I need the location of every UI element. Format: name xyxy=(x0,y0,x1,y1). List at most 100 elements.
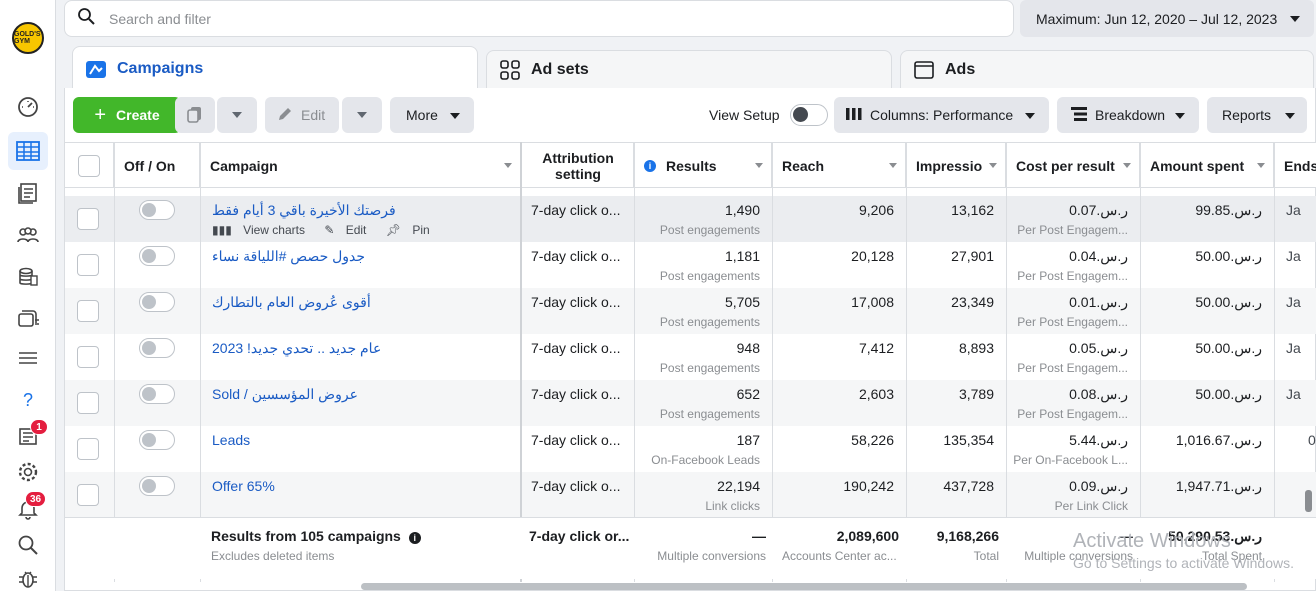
campaign-toggle[interactable] xyxy=(139,430,175,476)
menu-lines-icon[interactable] xyxy=(16,346,40,370)
horizontal-scrollbar[interactable] xyxy=(361,583,1247,590)
campaign-toggle[interactable] xyxy=(139,476,175,522)
totals-reach-sub: Accounts Center ac... xyxy=(782,549,897,563)
column-off-on[interactable]: Off / On xyxy=(114,143,200,188)
help-question-icon[interactable]: ? xyxy=(16,388,40,412)
view-setup-toggle[interactable] xyxy=(789,104,828,126)
catalog-icon[interactable] xyxy=(16,307,40,331)
create-button[interactable]: + Create xyxy=(73,97,181,133)
campaign-toggle[interactable] xyxy=(139,200,175,246)
search-filter-bar[interactable] xyxy=(64,0,1014,37)
campaign-toggle[interactable] xyxy=(139,246,175,292)
select-all-checkbox[interactable] xyxy=(78,154,100,177)
tab-campaigns[interactable]: Campaigns xyxy=(72,46,478,90)
results-cell: 187 On-Facebook Leads xyxy=(651,432,760,467)
vertical-scrollbar[interactable] xyxy=(1305,490,1312,512)
view-setup-label: View Setup xyxy=(709,107,780,123)
ends-cell: Ja xyxy=(1286,340,1301,356)
frozen-column-divider[interactable] xyxy=(520,142,522,582)
results-cell: 652 Post engagements xyxy=(659,386,760,421)
info-icon[interactable]: i xyxy=(644,159,656,172)
pencil-icon xyxy=(277,106,293,125)
breakdown-label: Breakdown xyxy=(1095,107,1166,123)
campaign-name-link[interactable]: أقوى عُروض العام بالتطارك xyxy=(212,294,371,311)
totals-sublabel: Excludes deleted items xyxy=(211,549,335,563)
table-row[interactable]: عام جديد .. تحدي جديد! 2023 7-day click … xyxy=(65,334,1316,380)
column-campaign[interactable]: Campaign xyxy=(200,143,521,188)
campaign-name-link[interactable]: عام جديد .. تحدي جديد! 2023 xyxy=(212,340,381,357)
edit-button[interactable]: Edit xyxy=(265,97,339,133)
row-checkbox[interactable] xyxy=(77,484,103,508)
sort-caret-icon xyxy=(1123,163,1131,168)
info-icon[interactable]: i xyxy=(408,532,421,544)
row-checkbox[interactable] xyxy=(77,438,103,462)
edit-dropdown-button[interactable] xyxy=(342,97,382,133)
campaign-name-link[interactable]: Leads xyxy=(212,432,250,448)
column-attribution[interactable]: Attribution setting xyxy=(523,143,634,188)
row-checkbox[interactable] xyxy=(77,392,103,416)
totals-impressions-sub: Total xyxy=(973,549,999,563)
golds-gym-logo[interactable]: GOLD'S GYM xyxy=(12,22,44,54)
ad-sets-grid-icon xyxy=(499,59,521,80)
column-results[interactable]: i Results xyxy=(634,143,772,188)
column-reach[interactable]: Reach xyxy=(772,143,906,188)
table-row[interactable]: فرصتك الأخيرة باقي 3 أيام فقط ▮▮▮ View c… xyxy=(65,196,1316,242)
campaign-name-link[interactable]: فرصتك الأخيرة باقي 3 أيام فقط xyxy=(212,202,396,219)
table-header: Off / On Campaign Attribution setting i … xyxy=(65,142,1316,188)
row-checkbox[interactable] xyxy=(77,300,103,324)
view-charts-link[interactable]: ▮▮▮ View charts xyxy=(212,223,313,237)
settings-gear-icon[interactable] xyxy=(16,460,40,484)
campaign-name-link[interactable]: Offer 65% xyxy=(212,478,275,494)
results-cell: 948 Post engagements xyxy=(659,340,760,375)
column-cost-per-result[interactable]: Cost per result xyxy=(1006,143,1140,188)
pin-link[interactable]: 📌︎ Pin xyxy=(386,223,438,237)
edit-link[interactable]: ✎ Edit xyxy=(324,223,374,237)
column-impressions[interactable]: Impressio xyxy=(906,143,1006,188)
columns-button[interactable]: Columns: Performance xyxy=(834,97,1049,133)
attribution-cell: 7-day click o... xyxy=(531,340,621,356)
campaign-name-link[interactable]: Sold / عروض المؤسسين xyxy=(212,386,358,403)
table-row[interactable]: جدول حصص #اللياقة نساء 7-day click o... … xyxy=(65,242,1316,288)
campaign-name-link[interactable]: جدول حصص #اللياقة نساء xyxy=(212,248,365,265)
row-checkbox[interactable] xyxy=(77,346,103,370)
pages-icon[interactable] xyxy=(16,181,40,205)
ads-manager-table-icon[interactable] xyxy=(8,132,48,170)
duplicate-button[interactable] xyxy=(175,97,215,133)
row-checkbox[interactable] xyxy=(77,254,103,278)
campaign-toggle[interactable] xyxy=(139,384,175,430)
search-input[interactable] xyxy=(109,10,909,27)
more-button[interactable]: More xyxy=(390,97,474,133)
dashboard-gauge-icon[interactable] xyxy=(16,95,40,119)
totals-attribution: 7-day click or... xyxy=(529,528,630,544)
table-row[interactable]: Leads 7-day click o... 187 On-Facebook Le… xyxy=(65,426,1316,472)
duplicate-dropdown-button[interactable] xyxy=(217,97,257,133)
column-divider xyxy=(200,142,201,582)
tab-ads[interactable]: Ads xyxy=(900,50,1314,88)
spent-cell: ر.س.1,947.71 xyxy=(1175,478,1262,494)
reach-cell: 190,242 xyxy=(843,478,894,494)
column-ends[interactable]: Ends xyxy=(1274,143,1316,188)
row-checkbox[interactable] xyxy=(77,208,103,232)
ends-cell: Ja xyxy=(1286,386,1301,402)
campaign-toggle[interactable] xyxy=(139,292,175,338)
results-cell: 1,181 Post engagements xyxy=(659,248,760,283)
sort-caret-icon xyxy=(504,163,512,168)
table-row[interactable]: أقوى عُروض العام بالتطارك 7-day click o.… xyxy=(65,288,1316,334)
spent-cell: ر.س.50.00 xyxy=(1195,294,1262,310)
reports-button[interactable]: Reports xyxy=(1207,97,1307,133)
table-row[interactable]: Offer 65% 7-day click o... 22,194 Link cl… xyxy=(65,472,1316,518)
column-amount-spent[interactable]: Amount spent xyxy=(1140,143,1274,188)
table-row[interactable]: Sold / عروض المؤسسين 7-day click o... 65… xyxy=(65,380,1316,426)
impressions-cell: 3,789 xyxy=(958,386,994,402)
billing-icon[interactable] xyxy=(16,265,40,289)
breakdown-button[interactable]: Breakdown xyxy=(1057,97,1199,133)
tab-ad-sets[interactable]: Ad sets xyxy=(486,50,892,88)
view-setup-control: View Setup xyxy=(709,97,829,133)
breakdown-icon xyxy=(1071,106,1087,124)
campaign-toggle[interactable] xyxy=(139,338,175,384)
audiences-icon[interactable] xyxy=(16,223,40,247)
date-range-picker[interactable]: Maximum: Jun 12, 2020 – Jul 12, 2023 xyxy=(1020,0,1314,37)
impressions-cell: 23,349 xyxy=(951,294,994,310)
search-icon[interactable] xyxy=(16,533,40,557)
report-bug-icon[interactable] xyxy=(16,567,40,591)
